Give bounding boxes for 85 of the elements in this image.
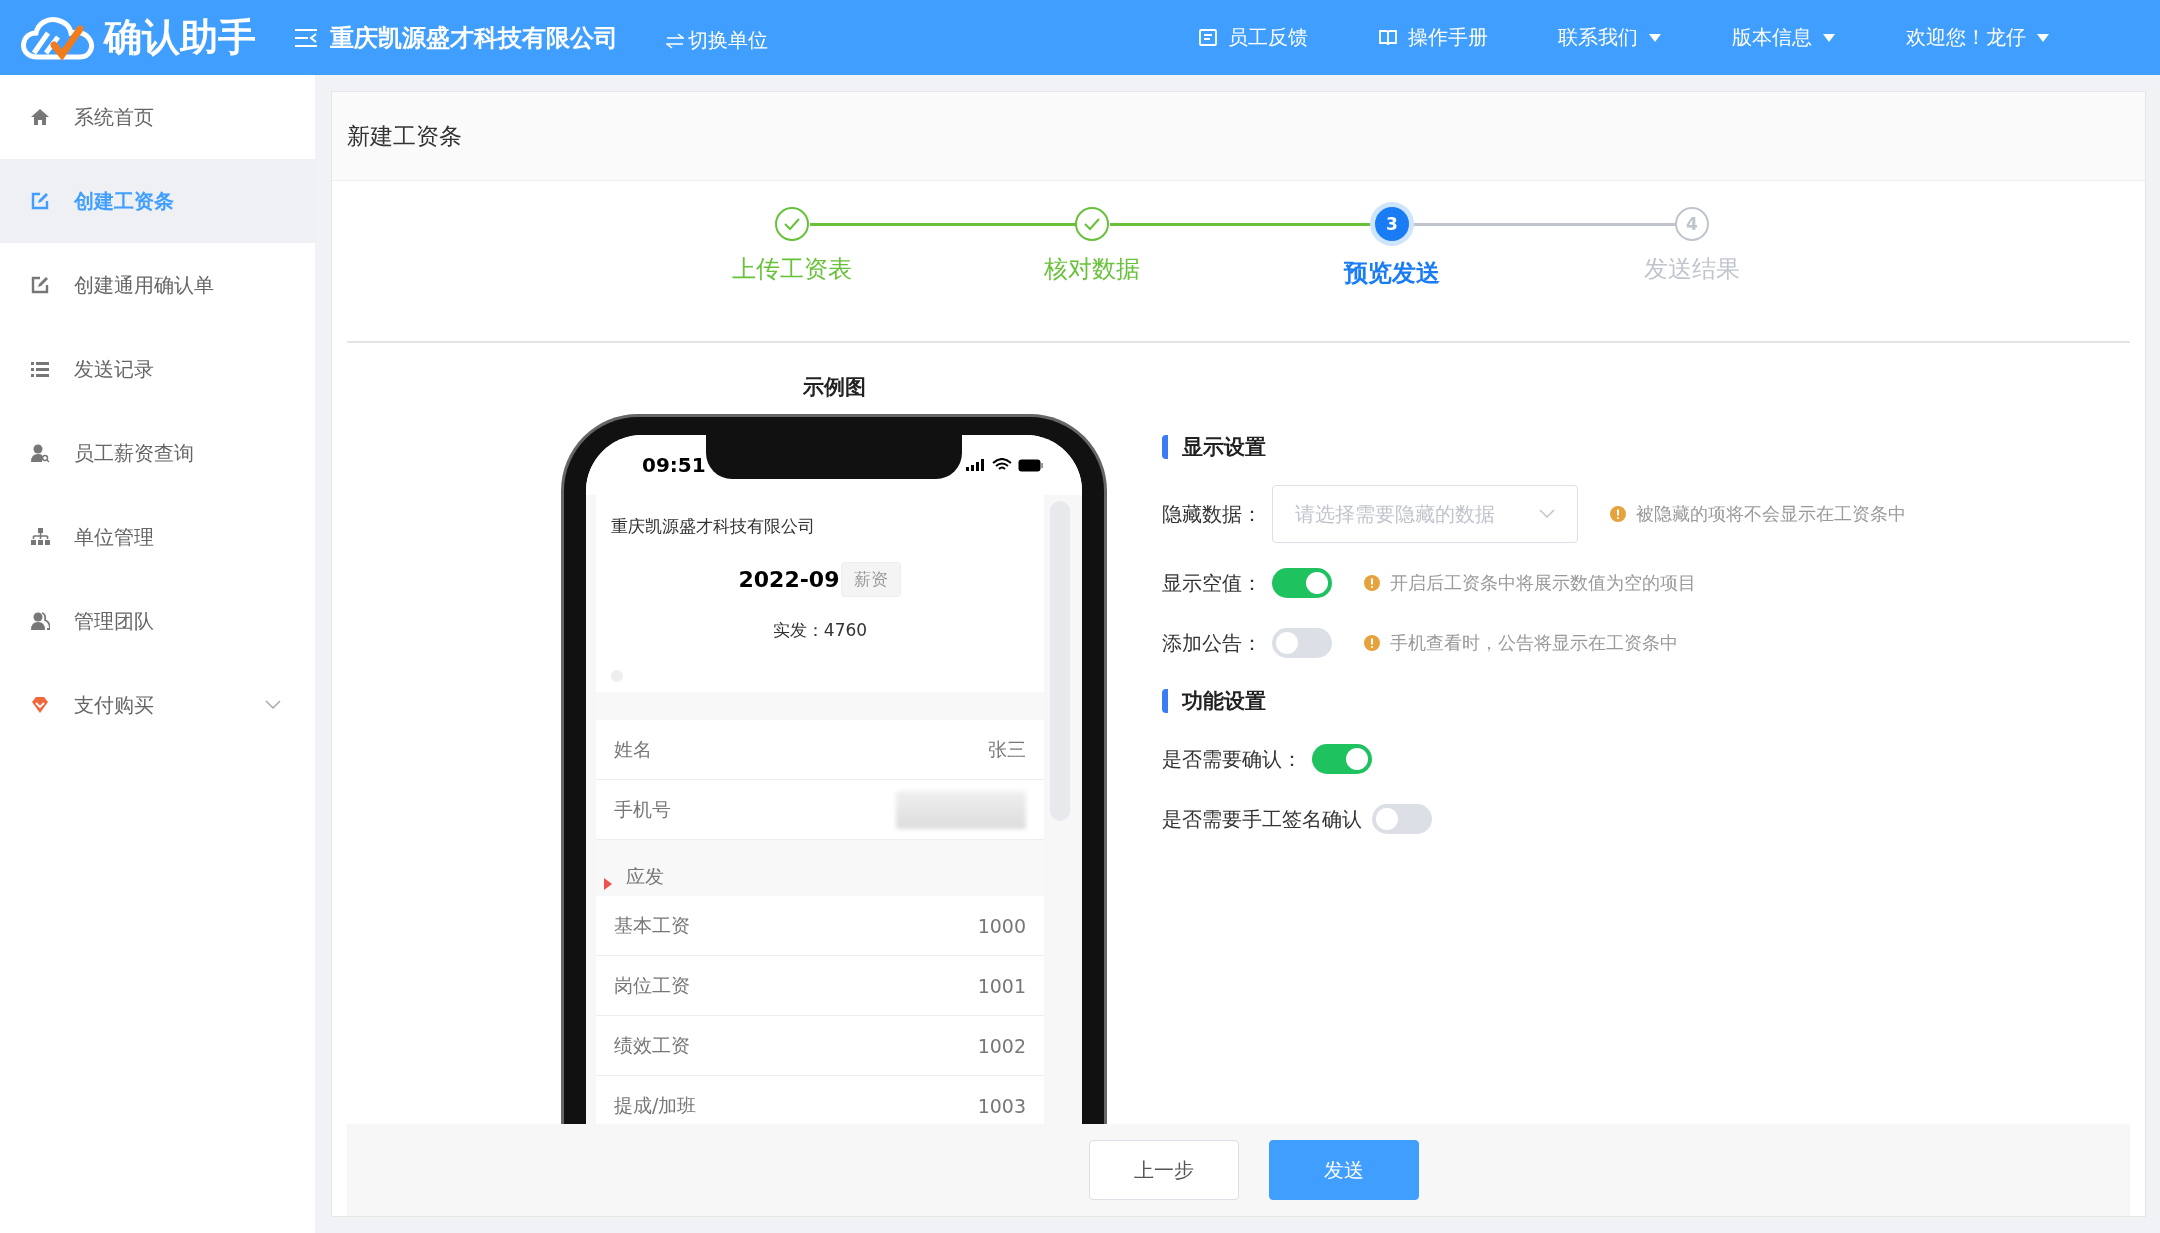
- nav-link[interactable]: 版本信息: [1732, 24, 1836, 51]
- section-heading: 功能设置: [1182, 688, 1266, 715]
- hint-text: 手机查看时，公告将显示在工资条中: [1390, 631, 1678, 655]
- signal-icon: [966, 459, 986, 471]
- chevron-down-icon: [1539, 509, 1555, 519]
- app-title: 确认助手: [104, 14, 256, 61]
- nav-link[interactable]: 联系我们: [1558, 24, 1662, 51]
- field-value: 1002: [977, 1034, 1026, 1057]
- step-label: 发送结果: [1644, 254, 1740, 285]
- wifi-icon: [992, 458, 1012, 472]
- sidebar-item[interactable]: 单位管理: [0, 495, 315, 579]
- check-icon: [783, 217, 801, 231]
- accent-bar: [1162, 689, 1168, 713]
- field-label: 提成/加班: [614, 1092, 697, 1118]
- nav-link[interactable]: 欢迎您！龙仔: [1906, 24, 2050, 51]
- chevron-down-icon: [265, 700, 281, 710]
- caret-down-icon: [1822, 32, 1836, 43]
- users-icon: [30, 611, 50, 631]
- sidebar-item[interactable]: 管理团队: [0, 579, 315, 663]
- sidebar-item[interactable]: 系统首页: [0, 75, 315, 159]
- book-icon: [1378, 27, 1398, 48]
- list-icon: [30, 359, 50, 379]
- toggle-switch[interactable]: [1312, 744, 1372, 774]
- select-field[interactable]: 请选择需要隐藏的数据: [1272, 485, 1578, 543]
- setting-label: 显示空值：: [1162, 569, 1262, 597]
- swap-icon: [666, 32, 684, 49]
- send-button[interactable]: 发送: [1268, 1140, 1419, 1200]
- setting-label: 添加公告：: [1162, 629, 1262, 657]
- user-search-icon: [30, 443, 50, 463]
- toggle-switch[interactable]: [1272, 568, 1332, 598]
- field-value: 1000: [977, 914, 1026, 937]
- switch-unit-link[interactable]: 切换单位: [666, 27, 768, 54]
- nav-link[interactable]: 员工反馈: [1198, 24, 1308, 51]
- field-value: 1001: [977, 974, 1026, 997]
- sidebar-item[interactable]: 员工薪资查询: [0, 411, 315, 495]
- payslip-period: 2022-09: [738, 567, 840, 592]
- step-indicator: 4: [1675, 207, 1709, 241]
- section-label: 应发: [626, 864, 664, 889]
- net-pay: 实发：4760: [771, 619, 869, 642]
- caret-down-icon: [2036, 32, 2050, 43]
- preview-title: 示例图: [802, 374, 866, 401]
- diamond-icon: [30, 695, 50, 715]
- chat-icon: [1198, 27, 1218, 48]
- hint-text: 被隐藏的项将不会显示在工资条中: [1636, 502, 1906, 526]
- accent-bar: [1162, 435, 1168, 459]
- field-label: 岗位工资: [614, 972, 690, 998]
- step-label: 预览发送: [1344, 258, 1440, 289]
- sidebar-item[interactable]: 支付购买: [0, 663, 315, 747]
- battery-icon: [1018, 458, 1044, 472]
- field-label: 姓名: [614, 736, 652, 762]
- sidebar-item[interactable]: 创建通用确认单: [0, 243, 315, 327]
- step-label: 上传工资表: [732, 254, 852, 285]
- hint-text: 开启后工资条中将展示数值为空的项目: [1390, 571, 1696, 595]
- warning-icon: [1364, 635, 1380, 651]
- toggle-switch[interactable]: [1272, 628, 1332, 658]
- triangle-icon: [604, 878, 612, 890]
- toggle-switch[interactable]: [1372, 804, 1432, 834]
- field-label: 手机号: [614, 796, 671, 822]
- check-icon: [1083, 217, 1101, 231]
- step-label: 核对数据: [1044, 254, 1140, 285]
- salary-tag: 薪资: [841, 562, 902, 597]
- edit-icon: [30, 275, 50, 295]
- sidebar-item[interactable]: 发送记录: [0, 327, 315, 411]
- warning-icon: [1364, 575, 1380, 591]
- sidebar-item[interactable]: 创建工资条: [0, 159, 315, 243]
- home-icon: [30, 107, 50, 127]
- field-label: 基本工资: [614, 912, 690, 938]
- page-title: 新建工资条: [347, 121, 462, 151]
- field-value: 1003: [977, 1094, 1026, 1117]
- sitemap-icon: [30, 527, 50, 547]
- menu-icon: [294, 27, 318, 48]
- setting-label: 是否需要手工签名确认: [1162, 805, 1362, 833]
- setting-label: 隐藏数据：: [1162, 500, 1262, 528]
- company-name: 重庆凯源盛才科技有限公司: [330, 22, 618, 54]
- back-button[interactable]: 上一步: [1088, 1140, 1239, 1200]
- caret-down-icon: [1648, 32, 1662, 43]
- nav-link[interactable]: 操作手册: [1378, 24, 1488, 51]
- field-label: 绩效工资: [614, 1032, 690, 1058]
- warning-icon: [1610, 506, 1626, 522]
- setting-label: 是否需要确认：: [1162, 745, 1302, 773]
- section-heading: 显示设置: [1182, 434, 1266, 461]
- field-value: 张三: [988, 736, 1026, 762]
- payslip-company: 重庆凯源盛才科技有限公司: [611, 515, 816, 538]
- edit-icon: [30, 191, 50, 211]
- status-time: 09:51: [642, 453, 706, 477]
